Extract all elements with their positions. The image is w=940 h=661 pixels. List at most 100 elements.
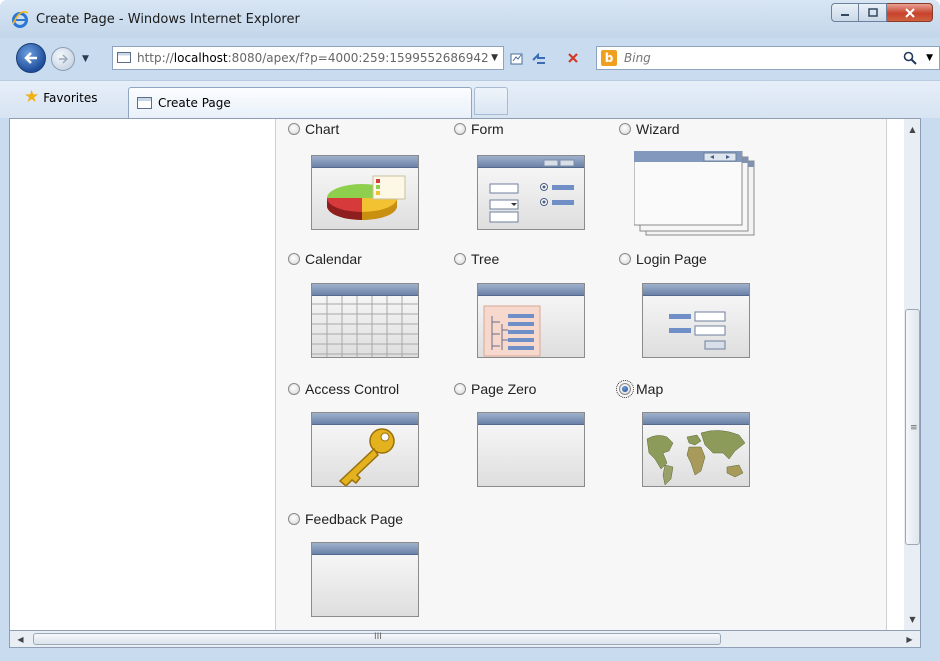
option-wizard[interactable]: Wizard — [619, 121, 680, 137]
forward-arrow-icon — [59, 54, 68, 64]
form-thumbnail[interactable] — [477, 155, 585, 230]
option-label: Login Page — [636, 251, 707, 267]
scroll-right-arrow-icon[interactable]: ▶ — [901, 631, 918, 647]
maximize-button[interactable] — [859, 3, 887, 22]
option-page-zero[interactable]: Page Zero — [454, 381, 536, 397]
new-tab-button[interactable] — [474, 87, 508, 115]
right-panel: ▲ ≡ ▼ — [886, 119, 920, 630]
wizard-thumbnail[interactable] — [634, 151, 758, 237]
radio-feedback-page[interactable] — [288, 513, 300, 525]
thumbnail-header — [312, 543, 418, 555]
address-bar[interactable]: http://localhost:8080/apex/f?p=4000:259:… — [112, 46, 504, 70]
radio-page-zero[interactable] — [454, 383, 466, 395]
vertical-scrollbar[interactable]: ▲ ≡ ▼ — [904, 119, 920, 630]
search-options-dropdown-icon[interactable]: ▼ — [926, 53, 933, 63]
star-icon: ★ — [24, 87, 40, 107]
calendar-grid-icon — [312, 296, 418, 357]
login-page-thumbnail[interactable] — [642, 283, 750, 358]
option-feedback-page[interactable]: Feedback Page — [288, 511, 403, 527]
option-tree[interactable]: Tree — [454, 251, 499, 267]
form-layout-icon — [489, 159, 575, 223]
option-calendar[interactable]: Calendar — [288, 251, 362, 267]
address-path: :8080/apex/f?p=4000:259:1599552686942 — [227, 51, 489, 65]
option-chart[interactable]: Chart — [288, 121, 339, 137]
compatibility-view-icon — [510, 53, 523, 65]
feedback-page-thumbnail[interactable] — [311, 542, 419, 617]
search-box[interactable]: b Bing ▼ — [596, 46, 940, 70]
option-label: Wizard — [636, 121, 680, 137]
maximize-icon — [867, 8, 878, 17]
login-form-icon — [669, 311, 726, 350]
access-control-thumbnail[interactable] — [311, 412, 419, 487]
back-button[interactable] — [16, 43, 46, 73]
page-icon — [117, 52, 131, 63]
tree-thumbnail[interactable] — [477, 283, 585, 358]
horizontal-scrollbar[interactable]: ◀ III ▶ — [9, 631, 921, 648]
browser-window: Create Page - Windows Internet Explorer … — [0, 0, 940, 661]
forward-button[interactable] — [51, 47, 75, 71]
scroll-grip-icon: III — [374, 632, 382, 642]
page-viewport: Chart Form Wizard Calendar Tree Login Pa… — [9, 118, 921, 631]
minimize-button[interactable] — [831, 3, 859, 22]
thumbnail-header — [478, 413, 584, 425]
close-button[interactable] — [887, 3, 933, 22]
scroll-down-arrow-icon[interactable]: ▼ — [904, 611, 920, 628]
page-zero-thumbnail[interactable] — [477, 412, 585, 487]
radio-form[interactable] — [454, 123, 466, 135]
radio-tree[interactable] — [454, 253, 466, 265]
address-url[interactable]: http://localhost:8080/apex/f?p=4000:259:… — [137, 51, 489, 65]
close-icon — [904, 7, 915, 18]
scroll-up-arrow-icon[interactable]: ▲ — [904, 121, 920, 138]
world-map-icon — [646, 430, 746, 486]
option-form[interactable]: Form — [454, 121, 504, 137]
calendar-thumbnail[interactable] — [311, 283, 419, 358]
window-title: Create Page - Windows Internet Explorer — [36, 12, 300, 27]
ie-logo-icon — [12, 11, 29, 28]
recent-pages-dropdown-icon[interactable]: ▼ — [82, 54, 89, 64]
bing-icon: b — [601, 50, 617, 66]
address-protocol: http:// — [137, 51, 174, 65]
radio-calendar[interactable] — [288, 253, 300, 265]
status-bar — [0, 648, 940, 661]
option-map[interactable]: Map — [616, 380, 664, 398]
option-login-page[interactable]: Login Page — [619, 251, 707, 267]
favorites-button[interactable]: ★ Favorites — [24, 89, 97, 106]
map-thumbnail[interactable] — [642, 412, 750, 487]
horizontal-scroll-thumb[interactable]: III — [33, 632, 721, 645]
compatibility-view-button[interactable] — [506, 48, 528, 68]
chart-thumbnail[interactable] — [311, 155, 419, 230]
option-label: Calendar — [305, 251, 362, 267]
scroll-left-arrow-icon[interactable]: ◀ — [12, 631, 29, 647]
search-placeholder[interactable]: Bing — [624, 51, 651, 65]
option-label: Feedback Page — [305, 511, 404, 527]
radio-chart[interactable] — [288, 123, 300, 135]
radio-access-control[interactable] — [288, 383, 300, 395]
option-label: Chart — [305, 121, 340, 137]
navigation-bar: ▼ http://localhost:8080/apex/f?p=4000:25… — [0, 38, 940, 80]
title-bar: Create Page - Windows Internet Explorer — [0, 0, 940, 38]
option-access-control[interactable]: Access Control — [288, 381, 399, 397]
option-label: Access Control — [305, 381, 400, 397]
option-label: Map — [636, 381, 664, 397]
address-dropdown-icon[interactable]: ▼ — [491, 53, 498, 63]
left-panel — [10, 119, 276, 630]
tab-create-page[interactable]: Create Page — [128, 87, 472, 119]
search-icon[interactable] — [903, 51, 917, 65]
minimize-icon — [841, 13, 849, 16]
pie-chart-icon — [327, 175, 406, 220]
option-label: Form — [471, 121, 504, 137]
address-host: localhost — [173, 51, 228, 65]
scroll-grip-icon: ≡ — [910, 423, 918, 433]
favorites-label: Favorites — [43, 90, 98, 105]
stop-button[interactable] — [562, 48, 584, 68]
key-icon — [338, 428, 395, 486]
radio-wizard[interactable] — [619, 123, 631, 135]
option-label: Tree — [471, 251, 500, 267]
vertical-scroll-thumb[interactable]: ≡ — [905, 309, 920, 545]
page-type-panel: Chart Form Wizard Calendar Tree Login Pa… — [276, 119, 886, 630]
radio-login-page[interactable] — [619, 253, 631, 265]
radio-map[interactable] — [616, 380, 634, 398]
tab-label: Create Page — [158, 96, 231, 110]
refresh-button[interactable] — [528, 48, 550, 68]
favorites-bar: ★ Favorites Create Page — [0, 80, 940, 119]
